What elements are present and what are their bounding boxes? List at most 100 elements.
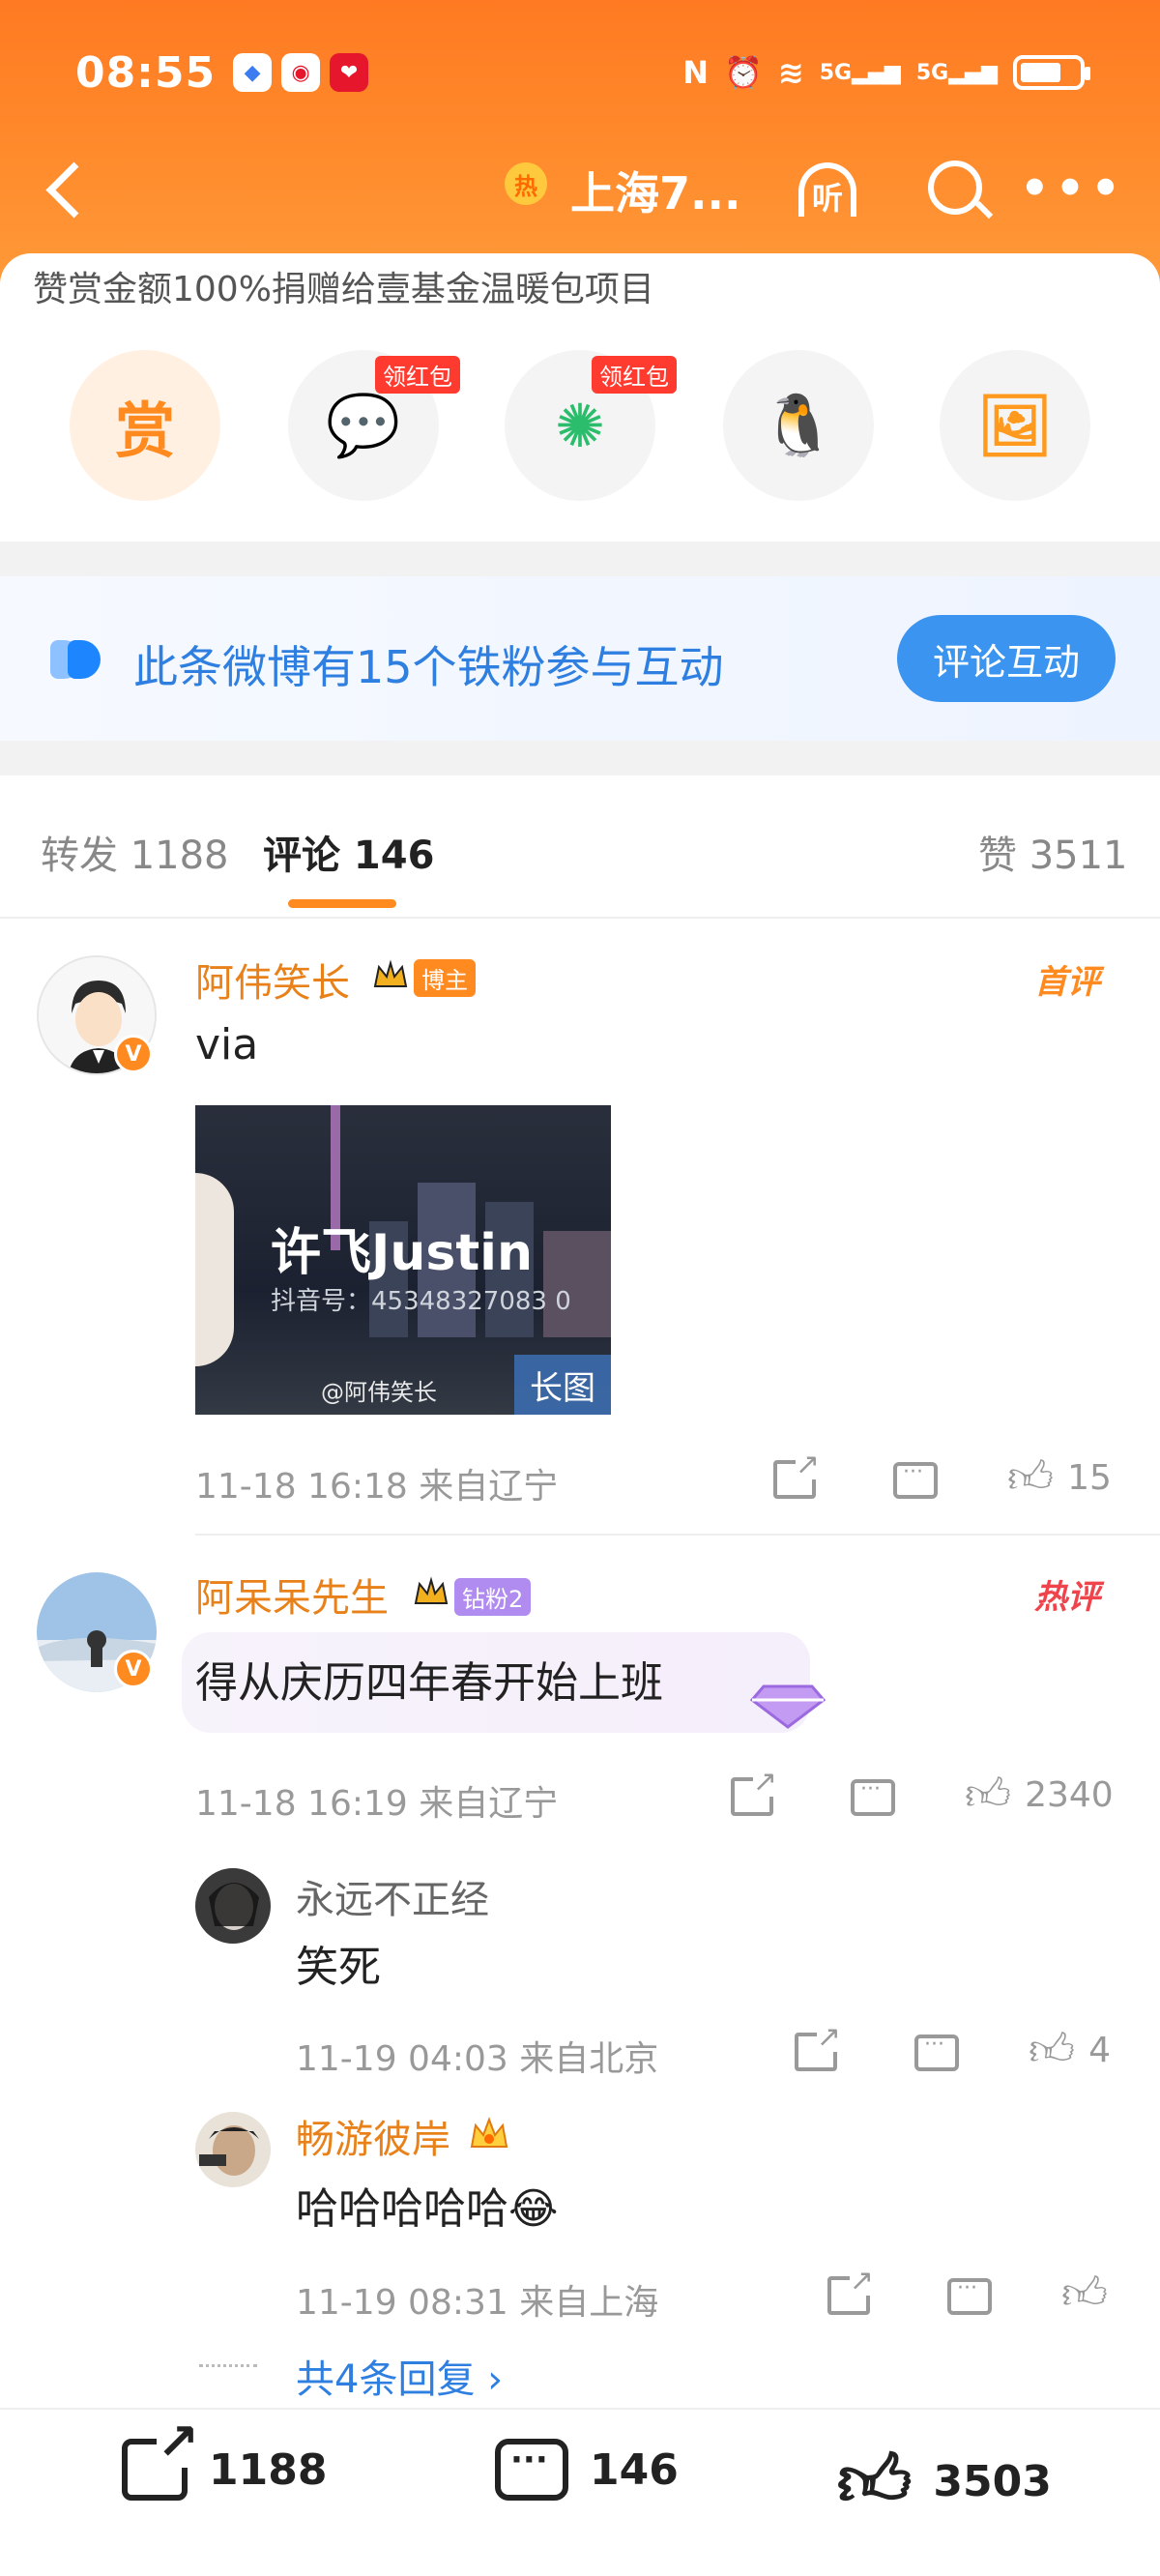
weibo-notification-icon: ◉	[281, 53, 321, 92]
hot-comment-badge: 热评	[1034, 1578, 1100, 1617]
comment-username[interactable]: 阿伟笑长	[195, 951, 350, 1008]
alarm-icon: ⏰	[724, 54, 763, 91]
verified-icon: V	[114, 1650, 153, 1688]
reward-share-card: 赞赏金额100%捐赠给壹基金温暖包项目 赏 💬 领红包 ✺ 领红包 🐧 🖼	[0, 253, 1160, 543]
red-packet-tag: 领红包	[375, 356, 460, 394]
status-app-icons: ◆ ◉ ❤	[233, 53, 369, 92]
comment-image[interactable]: 许飞Justin 抖音号：45348327083 0 @阿伟笑长 长图	[195, 1105, 611, 1415]
red-packet-tag: 领红包	[592, 356, 677, 394]
bottom-like-button[interactable]: 👍︎ 3503	[837, 2439, 1052, 2525]
comment-count: 146	[590, 2444, 679, 2495]
reply-meta: 11-19 08:31 来自上海	[296, 2274, 658, 2325]
reward-glyph: 赏	[114, 395, 175, 466]
repost-action[interactable]	[827, 2267, 874, 2315]
reply-location: 来自北京	[519, 2039, 659, 2079]
more-replies-link[interactable]: 共4条回复 ›	[296, 2348, 503, 2404]
tab-likes[interactable]: 赞 3511	[978, 824, 1128, 880]
comment-icon	[947, 2276, 992, 2315]
hot-topic-icon: 热	[505, 162, 547, 205]
like-action[interactable]: 👍︎ 2340	[965, 1768, 1114, 1822]
page-title[interactable]: 上海7...	[570, 159, 740, 222]
reply-meta: 11-19 04:03 来自北京	[296, 2031, 658, 2081]
like-count: 2340	[1025, 1774, 1114, 1815]
reward-note: 赞赏金额100%捐赠给壹基金温暖包项目	[33, 270, 654, 309]
search-icon[interactable]	[918, 155, 996, 222]
moments-share-button[interactable]: ✺ 领红包	[505, 350, 677, 501]
verified-icon: V	[114, 1035, 153, 1073]
reply-action[interactable]	[947, 2276, 992, 2315]
bottom-comment-button[interactable]: 146	[495, 2439, 679, 2501]
share-icon	[731, 1768, 777, 1816]
long-image-tag: 长图	[514, 1355, 611, 1415]
share-row: 赏 💬 领红包 ✺ 领红包 🐧 🖼	[0, 350, 1160, 505]
like-action[interactable]: 👍︎ 15	[1007, 1450, 1112, 1505]
status-time: 08:55	[75, 47, 217, 98]
repost-action[interactable]	[795, 2023, 841, 2071]
tab-repost[interactable]: 转发 1188	[41, 824, 229, 880]
save-image-button[interactable]: 🖼	[940, 350, 1090, 501]
share-icon	[827, 2267, 874, 2315]
fans-banner[interactable]: 此条微博有15个铁粉参与互动 评论互动	[0, 576, 1160, 741]
reply-action[interactable]	[893, 1460, 938, 1499]
comment-meta: 11-18 16:18 来自辽宁	[195, 1458, 558, 1508]
bottom-action-bar: 1188 146 👍︎ 3503	[0, 2408, 1160, 2576]
app-notification-icon: ❤	[330, 53, 369, 92]
thumbs-up-icon: 👍︎	[1029, 2023, 1076, 2075]
avatar[interactable]	[195, 1868, 271, 1944]
comment-location: 来自辽宁	[419, 1784, 559, 1824]
comment-username[interactable]: 阿呆呆先生	[195, 1566, 389, 1623]
listen-icon[interactable]: 听	[789, 155, 866, 222]
fans-banner-text: 此条微博有15个铁粉参与互动	[133, 641, 724, 693]
more-icon[interactable]: •••	[1020, 155, 1120, 222]
comment-interact-button[interactable]: 评论互动	[897, 615, 1116, 702]
image-watermark: @阿伟笑长	[321, 1379, 437, 1406]
app-notification-icon: ◆	[233, 53, 273, 92]
reply-username[interactable]: 永远不正经	[296, 1868, 489, 1924]
comment-icon	[893, 1460, 938, 1499]
reply-time: 11-19 04:03	[296, 2039, 508, 2079]
wechat-share-button[interactable]: 💬 领红包	[288, 350, 460, 501]
diamond-fan-tag: 钻粉2	[454, 1578, 532, 1616]
fans-icon	[50, 640, 104, 679]
reply-dots-divider	[199, 2364, 257, 2367]
comment-time: 11-18 16:19	[195, 1784, 408, 1824]
comment-location: 来自辽宁	[419, 1467, 559, 1507]
wechat-icon: 💬	[326, 390, 401, 460]
thumbs-up-icon: 👍︎	[1007, 1450, 1055, 1503]
reward-button[interactable]: 赏	[70, 350, 220, 501]
reply-location: 来自上海	[519, 2283, 659, 2323]
image-title: 许飞Justin	[271, 1224, 534, 1282]
share-icon	[773, 1450, 820, 1499]
section-gap	[0, 741, 1160, 776]
like-action[interactable]: 👍︎ 4	[1029, 2023, 1111, 2077]
battery-icon	[1013, 55, 1090, 90]
reply-action[interactable]	[851, 1777, 895, 1816]
status-indicators: N ⏰ ≋ 5G▂▄▆ 5G▂▄▆	[682, 54, 1090, 91]
like-action[interactable]: 👍︎	[1061, 2267, 1108, 2321]
first-comment-badge: 首评	[1034, 963, 1100, 1002]
reply-username[interactable]: 畅游彼岸	[296, 2108, 450, 2164]
avatar[interactable]	[195, 2112, 271, 2187]
reply-text: 笑死	[296, 1943, 381, 1992]
comment-text: via	[195, 1020, 259, 1069]
crown-icon	[371, 957, 410, 996]
back-icon[interactable]	[39, 155, 97, 222]
comment-divider	[195, 1534, 1160, 1536]
diamond-gem-icon	[746, 1673, 829, 1731]
thumbs-up-icon: 👍︎	[837, 2440, 913, 2523]
like-count: 4	[1088, 2030, 1111, 2070]
qq-icon: 🐧	[761, 390, 836, 460]
share-icon	[795, 2023, 841, 2071]
bottom-repost-button[interactable]: 1188	[122, 2417, 327, 2501]
tab-bar: 转发 1188 评论 146 赞 3511	[0, 774, 1160, 919]
signal-icon: 5G▂▄▆	[915, 60, 998, 85]
qq-share-button[interactable]: 🐧	[723, 350, 874, 501]
repost-action[interactable]	[731, 1768, 777, 1816]
comment-icon	[495, 2439, 568, 2501]
tab-comments[interactable]: 评论 146	[263, 824, 434, 880]
repost-action[interactable]	[773, 1450, 820, 1499]
reply-action[interactable]	[914, 2033, 959, 2071]
top-header: 08:55 ◆ ◉ ❤ N ⏰ ≋ 5G▂▄▆ 5G▂▄▆ 热 上海7... 听…	[0, 0, 1160, 290]
reply-time: 11-19 08:31	[296, 2283, 508, 2323]
comment-icon	[851, 1777, 895, 1816]
